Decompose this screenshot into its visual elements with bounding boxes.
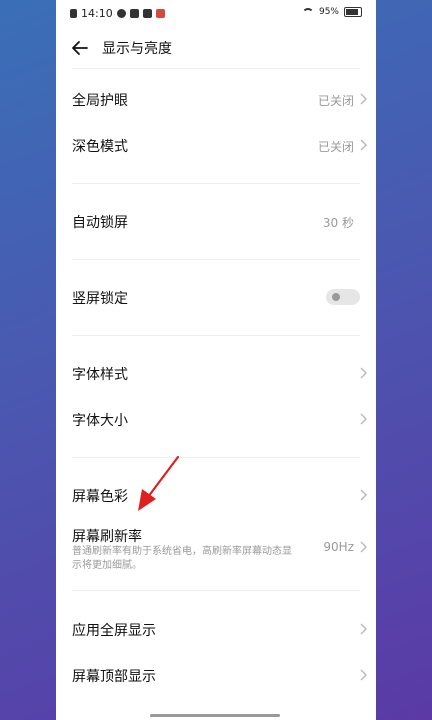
setting-refresh-rate[interactable]: 屏幕刷新率 普通刷新率有助于系统省电，高刷新率屏幕动态显示将更加细腻。 90Hz [56, 518, 376, 576]
divider [72, 259, 360, 260]
setting-value: 已关闭 [317, 140, 354, 154]
phone-screen: 14:10 95% 显示与亮度 全局护眼 已关闭 深色模式 已关闭 自动锁屏 3… [56, 0, 376, 720]
chevron-right-icon [360, 541, 367, 553]
chevron-right-icon [360, 669, 367, 681]
setting-label: 屏幕顶部显示 [72, 669, 156, 685]
app-badge-icon [155, 9, 165, 18]
setting-label: 竖屏锁定 [72, 291, 128, 307]
divider [72, 590, 360, 591]
home-indicator[interactable] [150, 714, 280, 717]
toggle-knob [332, 293, 340, 301]
status-bar: 14:10 95% [56, 0, 376, 28]
setting-value: 30 秒 [322, 216, 354, 230]
setting-label: 字体大小 [72, 413, 128, 429]
chevron-right-icon [360, 367, 367, 379]
back-arrow-icon[interactable] [68, 36, 92, 60]
app-notification-icon [116, 9, 126, 18]
divider [72, 457, 360, 458]
setting-description: 普通刷新率有助于系统省电，高刷新率屏幕动态显示将更加细腻。 [72, 546, 292, 571]
setting-portrait-lock[interactable]: 竖屏锁定 [56, 274, 376, 320]
portrait-lock-toggle[interactable] [326, 289, 360, 305]
notification-icon [70, 9, 77, 18]
setting-label: 屏幕刷新率 [72, 529, 142, 545]
setting-dark-mode[interactable]: 深色模式 已关闭 [56, 122, 376, 168]
setting-label: 字体样式 [72, 367, 128, 383]
setting-font-size[interactable]: 字体大小 [56, 396, 376, 442]
play-icon [129, 9, 139, 18]
battery-percent: 95% [318, 7, 339, 17]
setting-label: 应用全屏显示 [72, 623, 156, 639]
wifi-icon [301, 7, 314, 17]
chevron-right-icon [360, 93, 367, 105]
divider [72, 68, 360, 69]
setting-font-style[interactable]: 字体样式 [56, 350, 376, 396]
chevron-right-icon [360, 139, 367, 151]
setting-label: 全局护眼 [72, 93, 128, 109]
setting-auto-lock[interactable]: 自动锁屏 30 秒 [56, 198, 376, 244]
annotation-arrow-icon [138, 455, 180, 511]
chevron-right-icon [360, 489, 367, 501]
setting-top-display[interactable]: 屏幕顶部显示 [56, 652, 376, 698]
page-title: 显示与亮度 [102, 41, 172, 57]
setting-screen-color[interactable]: 屏幕色彩 [56, 472, 376, 518]
setting-label: 深色模式 [72, 139, 128, 155]
setting-value: 已关闭 [317, 94, 354, 108]
setting-app-fullscreen[interactable]: 应用全屏显示 [56, 606, 376, 652]
divider [72, 335, 360, 336]
chevron-right-icon [360, 623, 367, 635]
setting-label: 屏幕色彩 [72, 489, 128, 505]
setting-value: 90Hz [323, 540, 354, 554]
header: 显示与亮度 [56, 28, 376, 68]
divider [72, 183, 360, 184]
chevron-right-icon [360, 413, 367, 425]
mail-icon [142, 9, 152, 18]
setting-label: 自动锁屏 [72, 215, 128, 231]
battery-icon [344, 7, 362, 17]
setting-eye-protection[interactable]: 全局护眼 已关闭 [56, 76, 376, 122]
status-time: 14:10 [81, 7, 113, 20]
